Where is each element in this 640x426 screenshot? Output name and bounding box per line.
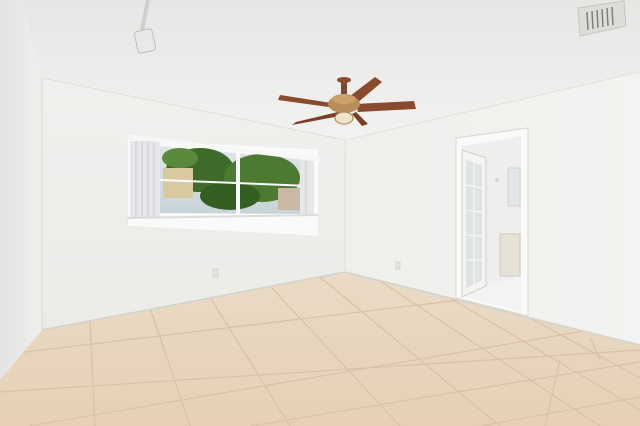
vertical-blinds-left [130, 141, 160, 217]
empty-room-photo [0, 0, 640, 426]
window [126, 134, 321, 236]
room-svg [0, 0, 640, 426]
right-wall-outlet [395, 261, 401, 270]
bathroom-mirror [507, 167, 521, 207]
bathroom-cabinet [499, 233, 521, 277]
doorway [455, 127, 529, 317]
fan-light [334, 111, 354, 125]
wall-outlet [212, 268, 219, 278]
light-switch-icon [495, 178, 499, 182]
vertical-blinds-right [300, 160, 314, 215]
